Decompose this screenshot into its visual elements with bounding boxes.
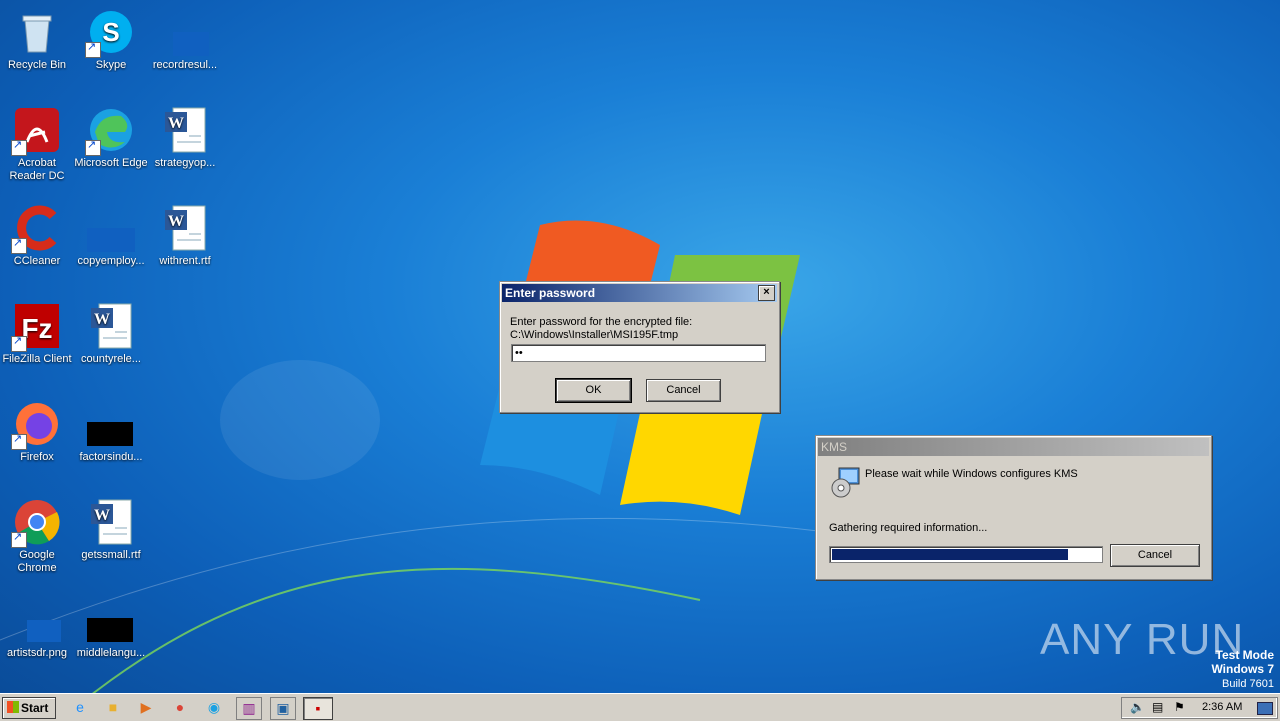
flag-icon[interactable]: ⚑ — [1174, 700, 1185, 714]
word-doc-icon: W — [87, 498, 135, 546]
encrypted-file-path: C:\Windows\Installer\MSI195F.tmp — [510, 329, 679, 341]
shortcut-arrow-icon — [85, 139, 101, 156]
system-tray: 🔈 ▤ ⚑ 2:36 AM — [1121, 697, 1278, 719]
desktop-icon-edge[interactable]: Microsoft Edge — [74, 106, 148, 170]
show-desktop-icon[interactable] — [1257, 702, 1273, 715]
skype-icon: S — [85, 8, 135, 58]
chrome-icon — [11, 498, 61, 548]
anyrun-watermark: ANY RUN — [1040, 615, 1244, 665]
file-icon — [87, 596, 135, 644]
svg-text:S: S — [102, 17, 119, 47]
windows-flag-icon — [7, 701, 19, 713]
desktop-icon-acrobat[interactable]: Acrobat Reader DC — [0, 106, 74, 183]
cancel-button[interactable]: Cancel — [646, 379, 721, 402]
ccleaner-icon — [11, 204, 61, 254]
kms-status: Gathering required information... — [829, 522, 988, 534]
volume-icon[interactable]: 🔈 — [1130, 700, 1145, 714]
firefox-icon — [11, 400, 61, 450]
password-input[interactable]: •• — [511, 344, 766, 362]
explorer-folder-icon[interactable]: ■ — [101, 697, 125, 718]
shortcut-arrow-icon — [85, 41, 101, 58]
password-taskbar-icon[interactable]: ▪ — [303, 697, 333, 720]
desktop-icon-filezilla[interactable]: Fz FileZilla Client — [0, 302, 74, 366]
progress-fill — [832, 549, 1068, 560]
kms-cancel-button[interactable]: Cancel — [1110, 544, 1200, 567]
os-label: Windows 7 — [1211, 662, 1274, 676]
filezilla-icon: Fz — [11, 302, 61, 352]
file-icon — [87, 204, 135, 252]
password-dialog-title: Enter password — [505, 286, 596, 300]
kms-message: Please wait while Windows configures KMS — [865, 468, 1078, 480]
image-file-icon — [13, 596, 73, 644]
start-button[interactable]: Start — [2, 697, 56, 719]
winrar-icon[interactable]: ▥ — [236, 697, 262, 720]
edge-taskbar-icon[interactable]: ◉ — [202, 697, 226, 718]
word-doc-icon: W — [161, 106, 209, 154]
file-icon — [87, 400, 135, 448]
desktop-icon-middlelangu[interactable]: middlelangu... — [74, 596, 148, 660]
installer-taskbar-icon[interactable]: ▣ — [270, 697, 296, 720]
kms-dialog-title: KMS — [821, 440, 848, 454]
desktop-icon-strategyop[interactable]: W strategyop... — [148, 106, 222, 170]
kms-dialog-titlebar[interactable]: KMS — [818, 438, 1209, 456]
desktop-icon-withrent[interactable]: W withrent.rtf — [148, 204, 222, 268]
svg-text:W: W — [168, 213, 184, 230]
desktop-icon-skype[interactable]: S Skype — [74, 8, 148, 72]
shortcut-arrow-icon — [11, 237, 27, 254]
media-player-icon[interactable]: ▶ — [134, 697, 158, 718]
ie-icon[interactable]: e — [68, 697, 92, 718]
edge-icon — [85, 106, 135, 156]
chrome-taskbar-icon[interactable]: ● — [168, 697, 192, 718]
network-icon[interactable]: ▤ — [1152, 700, 1163, 714]
recycle-bin-icon — [13, 8, 61, 56]
acrobat-icon — [11, 106, 61, 156]
shortcut-arrow-icon — [11, 335, 27, 352]
clock[interactable]: 2:36 AM — [1202, 701, 1242, 713]
kms-dialog: KMS Please wait while Windows configures… — [815, 435, 1212, 580]
file-icon — [161, 8, 221, 56]
svg-text:W: W — [94, 507, 110, 524]
test-mode-label: Test Mode — [1215, 648, 1274, 662]
desktop-icon-getssmall[interactable]: W getssmall.rtf — [74, 498, 148, 562]
shortcut-arrow-icon — [11, 139, 27, 156]
svg-text:W: W — [168, 115, 184, 132]
svg-text:W: W — [94, 311, 110, 328]
desktop-icon-countyrele[interactable]: W countyrele... — [74, 302, 148, 366]
desktop-icon-artistsdr[interactable]: artistsdr.png — [0, 596, 74, 660]
word-doc-icon: W — [87, 302, 135, 350]
taskbar: Start e ■ ▶ ● ◉ ▥ ▣ ▪ 🔈 ▤ ⚑ 2:36 AM — [0, 693, 1280, 721]
password-dialog-titlebar[interactable]: Enter password — [502, 284, 777, 302]
desktop-icon-firefox[interactable]: Firefox — [0, 400, 74, 464]
desktop-icon-chrome[interactable]: Google Chrome — [0, 498, 74, 575]
shortcut-arrow-icon — [11, 531, 27, 548]
desktop-icon-recordresul[interactable]: recordresul... — [148, 8, 222, 72]
password-dialog: Enter password × Enter password for the … — [499, 281, 780, 413]
desktop-icon-copyemploy[interactable]: copyemploy... — [74, 204, 148, 268]
progress-bar — [829, 546, 1103, 563]
build-label: Build 7601 — [1222, 678, 1274, 690]
ok-button[interactable]: OK — [555, 378, 632, 403]
shortcut-arrow-icon — [11, 433, 27, 450]
desktop-icon-factorsindu[interactable]: factorsindu... — [74, 400, 148, 464]
installer-icon — [829, 466, 861, 498]
desktop-icon-ccleaner[interactable]: CCleaner — [0, 204, 74, 268]
word-doc-icon: W — [161, 204, 209, 252]
start-label: Start — [21, 701, 49, 715]
password-prompt: Enter password for the encrypted file: — [510, 316, 693, 328]
anyrun-brand: ANY RUN — [1040, 615, 1245, 664]
close-button[interactable]: × — [758, 285, 775, 301]
desktop-icon-recycle-bin[interactable]: Recycle Bin — [0, 8, 74, 72]
